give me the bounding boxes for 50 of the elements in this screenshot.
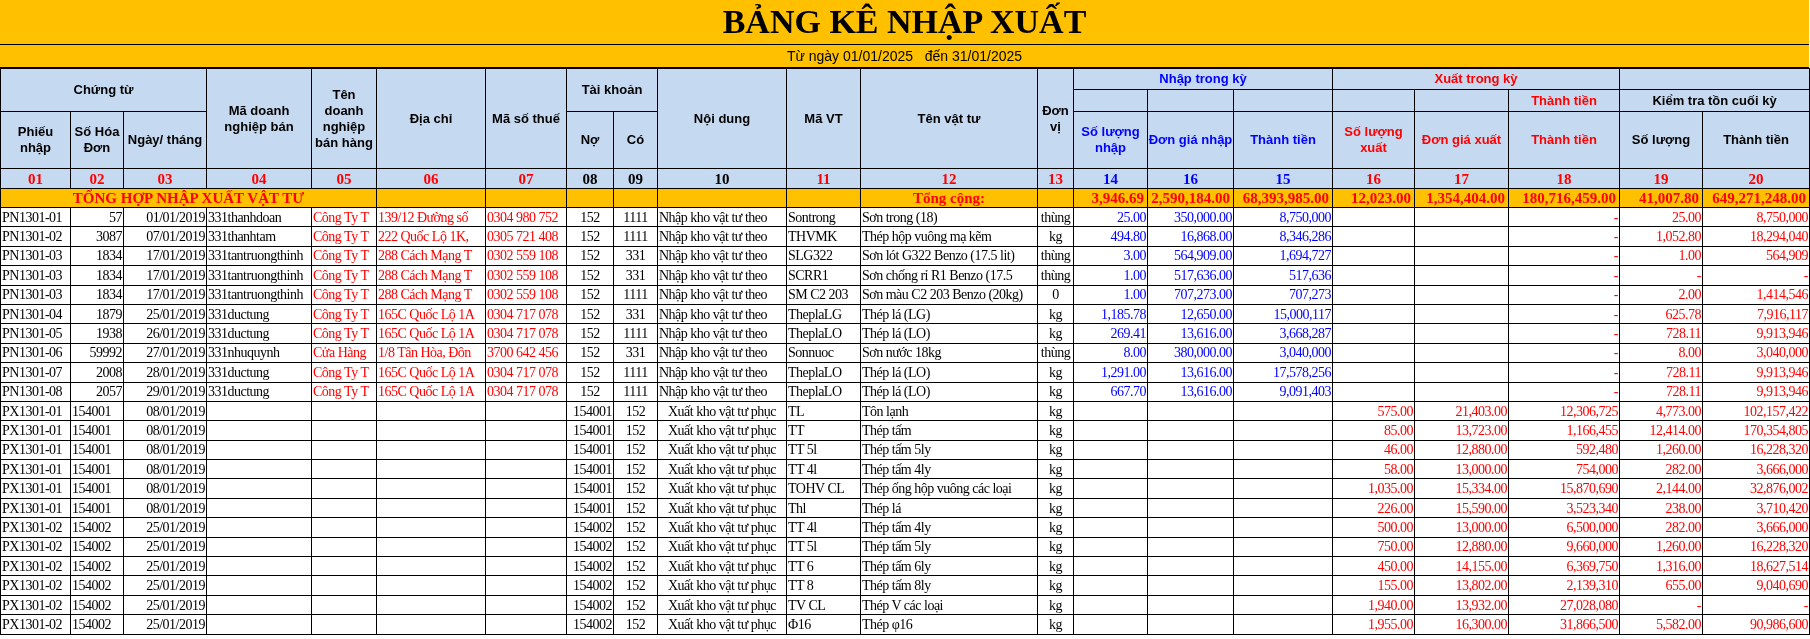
column-header: Mã số thuế: [485, 68, 567, 169]
column-header: Nội dung: [657, 68, 787, 169]
table-cell: PX1301-02: [0, 517, 71, 538]
table-cell: PN1301-03: [0, 246, 71, 266]
table-cell: PX1301-01: [0, 420, 71, 441]
table-cell: PX1301-01: [0, 498, 71, 518]
column-header: Đơn vị: [1037, 68, 1074, 169]
table-cell: PN1301-06: [0, 343, 71, 363]
date-range: Từ ngày 01/01/2025 đến 31/01/2025: [786, 46, 1023, 66]
column-header: Tên vật tư: [860, 68, 1038, 169]
column-header: Xuất trong kỳ: [1332, 68, 1620, 90]
column-header: Ngày/ tháng: [123, 111, 207, 169]
column-header: Số Hóa Đơn: [70, 111, 124, 169]
table-cell: PX1301-02: [0, 537, 71, 557]
table-cell: PX1301-01: [0, 459, 71, 479]
column-header: Số lượng nhập: [1073, 111, 1148, 169]
table-cell: PX1301-02: [0, 575, 71, 596]
column-header: Số lượng: [1619, 111, 1703, 169]
table-cell: PN1301-05: [0, 323, 71, 344]
column-header: Đơn giá nhập: [1147, 111, 1234, 169]
table-cell: PX1301-01: [0, 401, 71, 421]
table-cell: PX1301-01: [0, 440, 71, 460]
column-header: Nhập trong kỳ: [1073, 68, 1333, 90]
column-header: Có: [613, 111, 658, 169]
table-cell: PN1301-03: [0, 285, 71, 305]
table-cell: PN1301-07: [0, 362, 71, 382]
column-header: Phiếu nhập: [0, 111, 71, 169]
column-header: Địa chỉ: [376, 68, 486, 169]
table-cell: PN1301-02: [0, 226, 71, 247]
column-header: Tài khoản: [566, 68, 658, 112]
table-cell: PX1301-02: [0, 614, 71, 635]
table-cell: PX1301-02: [0, 556, 71, 576]
column-header: Kiểm tra tồn cuối kỳ: [1619, 89, 1810, 112]
column-header: Tên doanh nghiệp bán hàng: [311, 68, 377, 169]
table-cell: PX1301-02: [0, 595, 71, 615]
column-header: Thành tiền: [1233, 111, 1333, 169]
column-header: Thành tiền: [1702, 111, 1810, 169]
column-header: Đơn giá xuất: [1414, 111, 1509, 169]
table-cell: PN1301-08: [0, 382, 71, 402]
table-cell: PN1301-01: [0, 207, 71, 227]
column-header: Thành tiền: [1508, 111, 1620, 169]
column-header: Số lượng xuất: [1332, 111, 1415, 169]
table-cell: PN1301-04: [0, 304, 71, 324]
column-header: Mã VT: [786, 68, 861, 169]
table-cell: PN1301-03: [0, 265, 71, 286]
table-cell: PX1301-01: [0, 478, 71, 499]
column-number: 01: [0, 168, 71, 189]
column-header: Mã doanh nghiệp bán: [206, 68, 312, 169]
column-header: Nợ: [566, 111, 614, 169]
column-header: Chứng từ: [0, 68, 207, 112]
